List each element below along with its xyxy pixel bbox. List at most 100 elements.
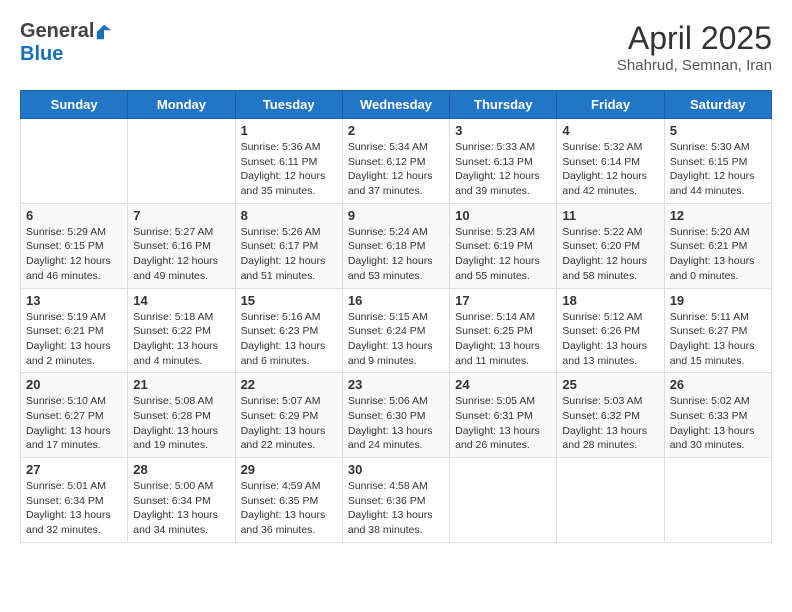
calendar-cell: 13 Sunrise: 5:19 AM Sunset: 6:21 PM Dayli…: [21, 288, 128, 373]
day-number: 22: [241, 377, 337, 392]
calendar-cell: 16 Sunrise: 5:15 AM Sunset: 6:24 PM Dayli…: [342, 288, 449, 373]
day-info: Sunrise: 5:02 AM Sunset: 6:33 PM Dayligh…: [670, 394, 766, 453]
day-number: 10: [455, 208, 551, 223]
day-info: Sunrise: 5:34 AM Sunset: 6:12 PM Dayligh…: [348, 140, 444, 199]
calendar-cell: 23 Sunrise: 5:06 AM Sunset: 6:30 PM Dayli…: [342, 373, 449, 458]
calendar-cell: 15 Sunrise: 5:16 AM Sunset: 6:23 PM Dayli…: [235, 288, 342, 373]
calendar-cell: [450, 458, 557, 543]
calendar-cell: 18 Sunrise: 5:12 AM Sunset: 6:26 PM Dayli…: [557, 288, 664, 373]
calendar-cell: 12 Sunrise: 5:20 AM Sunset: 6:21 PM Dayli…: [664, 203, 771, 288]
weekday-header-saturday: Saturday: [664, 91, 771, 119]
calendar-week-2: 6 Sunrise: 5:29 AM Sunset: 6:15 PM Daylig…: [21, 203, 772, 288]
calendar-table: SundayMondayTuesdayWednesdayThursdayFrid…: [20, 90, 772, 543]
day-number: 12: [670, 208, 766, 223]
calendar-cell: 28 Sunrise: 5:00 AM Sunset: 6:34 PM Dayli…: [128, 458, 235, 543]
calendar-cell: 22 Sunrise: 5:07 AM Sunset: 6:29 PM Dayli…: [235, 373, 342, 458]
day-number: 24: [455, 377, 551, 392]
day-info: Sunrise: 5:23 AM Sunset: 6:19 PM Dayligh…: [455, 225, 551, 284]
calendar-cell: 17Sunrise: 5:14 AM Sunset: 6:25 PM Dayli…: [450, 288, 557, 373]
day-number: 2: [348, 123, 444, 138]
day-info: Sunrise: 5:01 AM Sunset: 6:34 PM Dayligh…: [26, 479, 122, 538]
day-info: Sunrise: 5:20 AM Sunset: 6:21 PM Dayligh…: [670, 225, 766, 284]
calendar-cell: 3Sunrise: 5:33 AM Sunset: 6:13 PM Daylig…: [450, 119, 557, 204]
day-number: 23: [348, 377, 444, 392]
day-info: Sunrise: 5:15 AM Sunset: 6:24 PM Dayligh…: [348, 310, 444, 369]
day-info: Sunrise: 5:05 AM Sunset: 6:31 PM Dayligh…: [455, 394, 551, 453]
calendar-cell: 10 Sunrise: 5:23 AM Sunset: 6:19 PM Dayli…: [450, 203, 557, 288]
calendar-cell: 27 Sunrise: 5:01 AM Sunset: 6:34 PM Dayli…: [21, 458, 128, 543]
day-number: 15: [241, 293, 337, 308]
weekday-header-friday: Friday: [557, 91, 664, 119]
day-number: 9: [348, 208, 444, 223]
day-number: 8: [241, 208, 337, 223]
day-info: Sunrise: 5:08 AM Sunset: 6:28 PM Dayligh…: [133, 394, 229, 453]
day-info: Sunrise: 5:11 AM Sunset: 6:27 PM Dayligh…: [670, 310, 766, 369]
day-number: 18: [562, 293, 658, 308]
day-info: Sunrise: 5:22 AM Sunset: 6:20 PM Dayligh…: [562, 225, 658, 284]
day-info: Sunrise: 5:12 AM Sunset: 6:26 PM Dayligh…: [562, 310, 658, 369]
logo-general: General: [20, 20, 94, 43]
day-number: 5: [670, 123, 766, 138]
day-number: 16: [348, 293, 444, 308]
day-number: 20: [26, 377, 122, 392]
day-number: 26: [670, 377, 766, 392]
day-info: Sunrise: 5:03 AM Sunset: 6:32 PM Dayligh…: [562, 394, 658, 453]
weekday-header-tuesday: Tuesday: [235, 91, 342, 119]
weekday-header-sunday: Sunday: [21, 91, 128, 119]
calendar-week-1: 1 Sunrise: 5:36 AM Sunset: 6:11 PM Daylig…: [21, 119, 772, 204]
day-info: Sunrise: 5:16 AM Sunset: 6:23 PM Dayligh…: [241, 310, 337, 369]
calendar-cell: [664, 458, 771, 543]
calendar-cell: 1 Sunrise: 5:36 AM Sunset: 6:11 PM Daylig…: [235, 119, 342, 204]
calendar-cell: [128, 119, 235, 204]
day-info: Sunrise: 5:36 AM Sunset: 6:11 PM Dayligh…: [241, 140, 337, 199]
logo: General Blue: [20, 20, 113, 66]
page-header: General Blue April 2025 Shahrud, Semnan,…: [20, 20, 772, 74]
day-number: 14: [133, 293, 229, 308]
day-info: Sunrise: 5:06 AM Sunset: 6:30 PM Dayligh…: [348, 394, 444, 453]
day-number: 27: [26, 462, 122, 477]
day-number: 7: [133, 208, 229, 223]
calendar-cell: [21, 119, 128, 204]
day-info: Sunrise: 5:26 AM Sunset: 6:17 PM Dayligh…: [241, 225, 337, 284]
calendar-cell: 20Sunrise: 5:10 AM Sunset: 6:27 PM Dayli…: [21, 373, 128, 458]
title-block: April 2025 Shahrud, Semnan, Iran: [617, 20, 772, 74]
day-number: 19: [670, 293, 766, 308]
day-info: Sunrise: 5:27 AM Sunset: 6:16 PM Dayligh…: [133, 225, 229, 284]
calendar-cell: 4Sunrise: 5:32 AM Sunset: 6:14 PM Daylig…: [557, 119, 664, 204]
day-info: Sunrise: 5:00 AM Sunset: 6:34 PM Dayligh…: [133, 479, 229, 538]
day-info: Sunrise: 5:29 AM Sunset: 6:15 PM Dayligh…: [26, 225, 122, 284]
calendar-cell: 8 Sunrise: 5:26 AM Sunset: 6:17 PM Daylig…: [235, 203, 342, 288]
calendar-cell: 24 Sunrise: 5:05 AM Sunset: 6:31 PM Dayli…: [450, 373, 557, 458]
calendar-cell: 25 Sunrise: 5:03 AM Sunset: 6:32 PM Dayli…: [557, 373, 664, 458]
day-number: 25: [562, 377, 658, 392]
day-number: 11: [562, 208, 658, 223]
day-info: Sunrise: 5:19 AM Sunset: 6:21 PM Dayligh…: [26, 310, 122, 369]
day-number: 28: [133, 462, 229, 477]
calendar-week-5: 27 Sunrise: 5:01 AM Sunset: 6:34 PM Dayli…: [21, 458, 772, 543]
day-info: Sunrise: 4:58 AM Sunset: 6:36 PM Dayligh…: [348, 479, 444, 538]
day-number: 13: [26, 293, 122, 308]
logo-blue: Blue: [20, 43, 63, 66]
day-number: 30: [348, 462, 444, 477]
day-info: Sunrise: 5:07 AM Sunset: 6:29 PM Dayligh…: [241, 394, 337, 453]
calendar-week-3: 13 Sunrise: 5:19 AM Sunset: 6:21 PM Dayli…: [21, 288, 772, 373]
day-number: 4: [562, 123, 658, 138]
day-info: Sunrise: 5:33 AM Sunset: 6:13 PM Dayligh…: [455, 140, 551, 199]
logo-bird-icon: [95, 23, 113, 41]
calendar-cell: 11 Sunrise: 5:22 AM Sunset: 6:20 PM Dayli…: [557, 203, 664, 288]
calendar-cell: 7 Sunrise: 5:27 AM Sunset: 6:16 PM Daylig…: [128, 203, 235, 288]
calendar-cell: 30 Sunrise: 4:58 AM Sunset: 6:36 PM Dayli…: [342, 458, 449, 543]
calendar-cell: [557, 458, 664, 543]
calendar-cell: 26 Sunrise: 5:02 AM Sunset: 6:33 PM Dayli…: [664, 373, 771, 458]
location-title: Shahrud, Semnan, Iran: [617, 57, 772, 74]
day-info: Sunrise: 4:59 AM Sunset: 6:35 PM Dayligh…: [241, 479, 337, 538]
day-number: 6: [26, 208, 122, 223]
calendar-week-4: 20Sunrise: 5:10 AM Sunset: 6:27 PM Dayli…: [21, 373, 772, 458]
calendar-cell: 9Sunrise: 5:24 AM Sunset: 6:18 PM Daylig…: [342, 203, 449, 288]
calendar-cell: 2 Sunrise: 5:34 AM Sunset: 6:12 PM Daylig…: [342, 119, 449, 204]
day-info: Sunrise: 5:30 AM Sunset: 6:15 PM Dayligh…: [670, 140, 766, 199]
weekday-header-wednesday: Wednesday: [342, 91, 449, 119]
day-number: 1: [241, 123, 337, 138]
calendar-cell: 19 Sunrise: 5:11 AM Sunset: 6:27 PM Dayli…: [664, 288, 771, 373]
calendar-cell: 5 Sunrise: 5:30 AM Sunset: 6:15 PM Daylig…: [664, 119, 771, 204]
